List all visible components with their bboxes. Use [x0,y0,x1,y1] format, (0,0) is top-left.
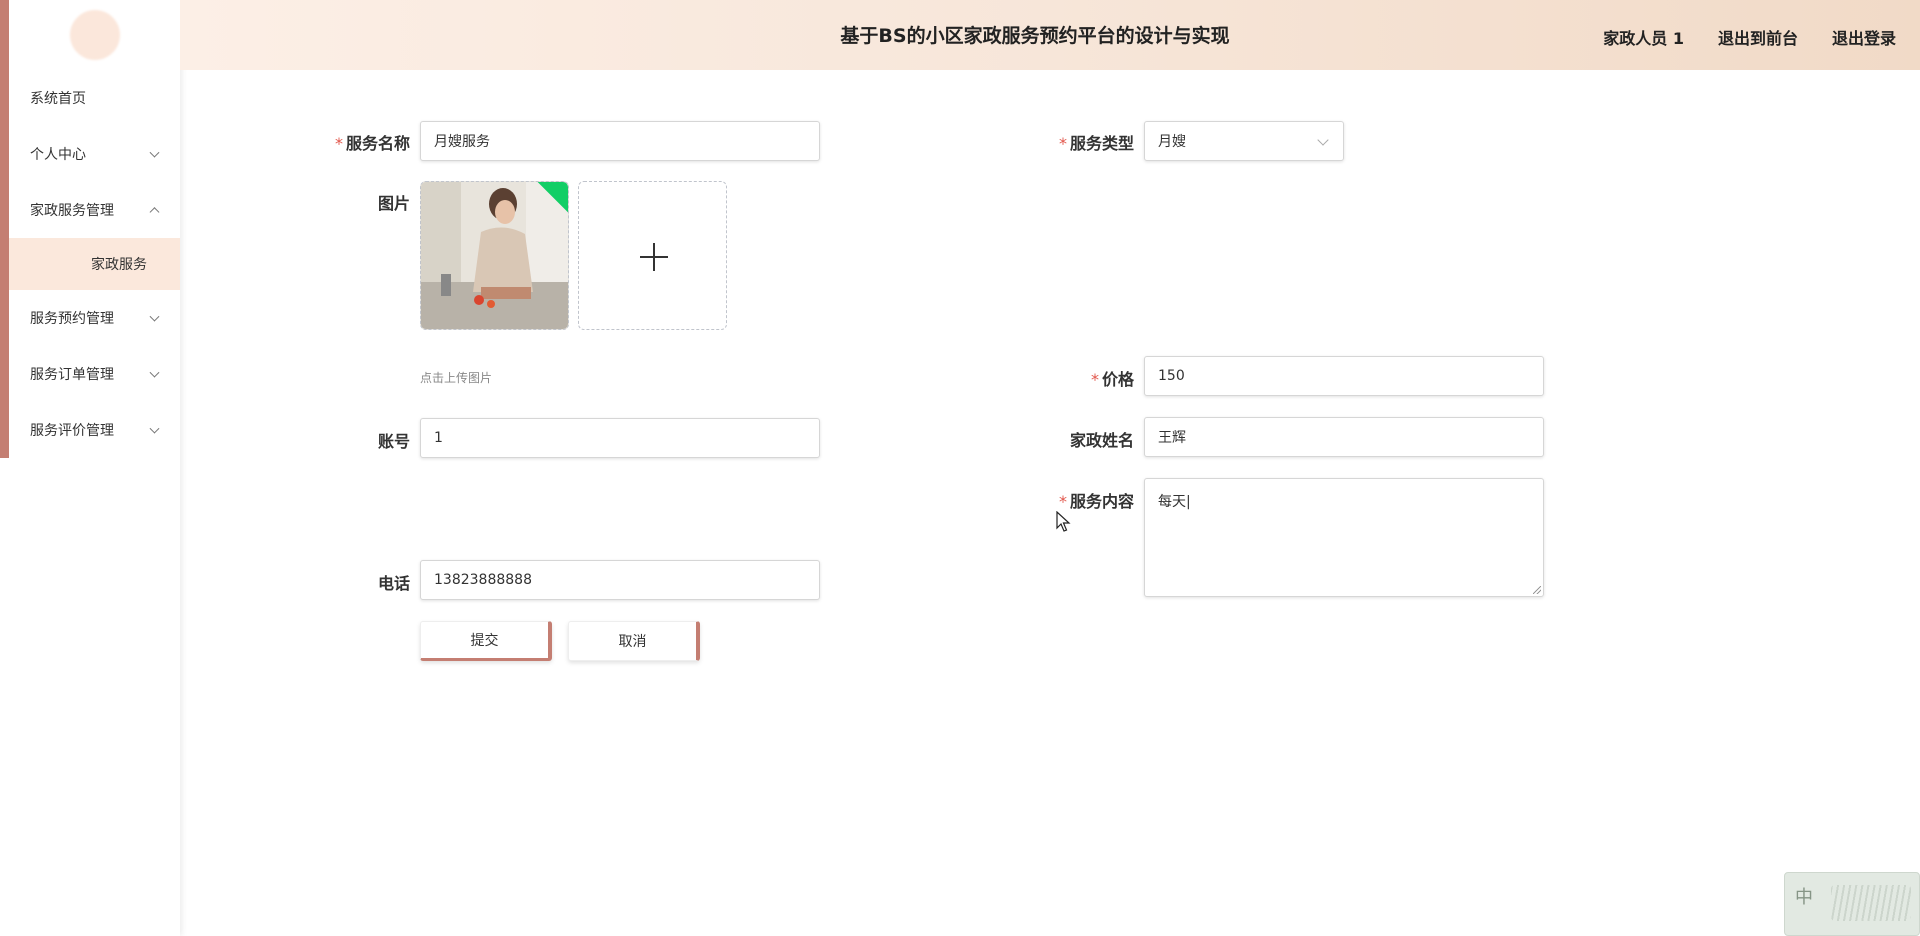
phone-input[interactable]: 13823888888 [420,560,820,600]
chevron-down-icon [149,147,160,158]
ime-mode-label: 中 [1795,887,1813,908]
sidebar-item-review-management[interactable]: 服务评价管理 [0,402,180,458]
chevron-up-icon [149,207,160,218]
sidebar-item-label: 个人中心 [30,147,86,163]
housekeeper-name-label: 家政姓名 [1069,431,1134,450]
service-name-input[interactable]: 月嫂服务 [420,121,820,161]
submit-button[interactable]: 提交 [420,621,552,661]
exit-to-frontend-link[interactable]: 退出到前台 [1718,25,1798,49]
ime-widget[interactable]: 中 [1784,872,1920,936]
sidebar-item-home[interactable]: 系统首页 [0,70,180,126]
service-type-label: * 服务类型 [1014,130,1134,154]
service-name-value: 月嫂服务 [434,134,490,150]
chevron-down-icon [149,423,160,434]
account-value: 1 [434,430,443,446]
required-mark: * [334,134,343,153]
required-mark: * [1090,370,1099,389]
service-type-value: 月嫂 [1158,134,1186,150]
sidebar-item-appointment-management[interactable]: 服务预约管理 [0,290,180,346]
sidebar-item-housekeeping-management[interactable]: 家政服务管理 [0,182,180,238]
header-actions: 家政人员 1 退出到前台 退出登录 [1603,0,1896,74]
sidebar-item-label: 服务预约管理 [30,311,114,327]
image-upload-button[interactable] [578,181,727,330]
sidebar-menu: 系统首页 个人中心 家政服务管理 家政服务 服务预约管理 服务订单管理 服务评价… [0,70,180,458]
chevron-down-icon [1317,134,1329,146]
mouse-cursor-icon [1056,511,1071,532]
sidebar-item-order-management[interactable]: 服务订单管理 [0,346,180,402]
chevron-down-icon [149,367,160,378]
price-input[interactable]: 150 [1144,356,1544,396]
service-name-label: * 服务名称 [290,130,410,154]
sidebar-item-label: 服务订单管理 [30,367,114,383]
chevron-down-icon [149,311,160,322]
price-value: 150 [1158,368,1185,384]
avatar [70,10,120,60]
service-content-label: * 服务内容 [1014,488,1134,512]
sidebar: 系统首页 个人中心 家政服务管理 家政服务 服务预约管理 服务订单管理 服务评价… [0,0,180,936]
ime-decoration-icon [1831,885,1911,921]
plus-icon-vertical [653,243,655,271]
sidebar-item-label: 系统首页 [30,91,86,107]
service-type-label-text: 服务类型 [1069,134,1134,153]
required-mark: * [1058,134,1067,153]
current-user-label: 家政人员 1 [1603,29,1684,48]
cancel-button[interactable]: 取消 [568,621,700,661]
housekeeper-name-input[interactable]: 王辉 [1144,417,1544,457]
housekeeper-name-value: 王辉 [1158,430,1186,446]
top-header: 基于BS的小区家政服务预约平台的设计与实现 家政人员 1 退出到前台 退出登录 [180,0,1920,70]
phone-label: 电话 [377,574,410,593]
image-preview [421,182,568,329]
service-type-select[interactable]: 月嫂 [1144,121,1344,161]
sidebar-subitem-housekeeping-service[interactable]: 家政服务 [9,238,180,290]
service-content-textarea[interactable]: 每天| [1144,478,1544,597]
service-content-value: 每天| [1158,494,1191,510]
required-mark: * [1058,492,1067,511]
service-content-label-text: 服务内容 [1069,492,1134,511]
account-input[interactable]: 1 [420,418,820,458]
price-label: * 价格 [1014,366,1134,390]
account-label: 账号 [377,432,410,451]
resize-handle-icon[interactable] [1533,586,1541,594]
service-name-label-text: 服务名称 [345,134,410,153]
price-label-text: 价格 [1101,370,1134,389]
sidebar-item-label: 家政服务管理 [30,203,114,219]
uploaded-image-thumbnail[interactable] [420,181,569,330]
upload-hint: 点击上传图片 [420,371,493,385]
sidebar-item-label: 服务评价管理 [30,423,114,439]
sidebar-item-personal-center[interactable]: 个人中心 [0,126,180,182]
logout-link[interactable]: 退出登录 [1832,25,1896,49]
phone-value: 13823888888 [434,572,532,588]
sidebar-subitem-label: 家政服务 [91,257,147,273]
image-label: 图片 [377,194,410,213]
